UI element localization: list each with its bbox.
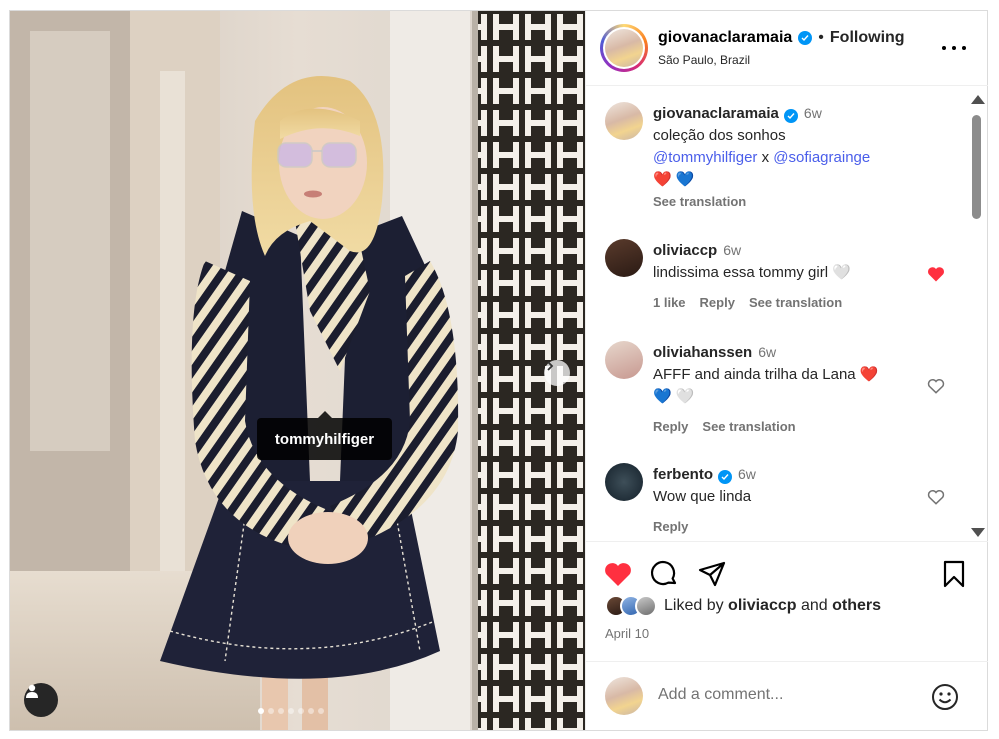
tagged-users-button[interactable] — [24, 683, 58, 717]
post-side-panel: giovanaclaramaia • Following São Paulo, … — [585, 11, 988, 730]
comment-likes-count[interactable]: 1 like — [653, 292, 686, 314]
caption-username[interactable]: giovanaclaramaia — [653, 103, 779, 125]
comment-time: 6w — [723, 242, 742, 258]
see-translation-button[interactable]: See translation — [702, 416, 795, 438]
liker-avatar — [635, 595, 657, 617]
comment-username[interactable]: ferbento — [653, 464, 713, 486]
comment-text: Wow que linda — [653, 488, 752, 505]
scroll-up-arrow-icon[interactable] — [971, 95, 985, 104]
caption-text: coleção dos sonhos — [653, 127, 786, 144]
carousel-dot — [308, 708, 314, 714]
see-translation-button[interactable]: See translation — [653, 191, 746, 213]
commenter-avatar[interactable] — [605, 341, 643, 379]
commenter-avatar[interactable] — [605, 239, 643, 277]
scrollbar-thumb[interactable] — [972, 115, 981, 219]
commenter-avatar[interactable] — [605, 463, 643, 501]
like-heart-icon[interactable] — [602, 558, 634, 590]
add-comment-bar — [586, 661, 988, 730]
comment-username[interactable]: oliviahanssen — [653, 342, 752, 364]
reply-button[interactable]: Reply — [700, 292, 735, 314]
comments-scrollbar[interactable] — [969, 95, 985, 543]
more-dots-icon — [942, 46, 946, 50]
carousel-dot — [318, 708, 324, 714]
carousel-next-button[interactable] — [544, 360, 570, 386]
emoji-picker-icon[interactable] — [930, 682, 960, 712]
more-options-button[interactable] — [942, 39, 966, 57]
comment-icon[interactable] — [648, 558, 680, 590]
mention-link[interactable]: @tommyhilfiger — [653, 149, 757, 166]
carousel-indicator — [258, 708, 324, 714]
current-user-avatar — [605, 677, 643, 715]
comment-like-heart-icon[interactable] — [926, 487, 946, 507]
reply-button[interactable]: Reply — [653, 516, 688, 538]
likes-joiner: and — [800, 597, 828, 614]
verified-badge-icon — [783, 109, 798, 123]
comments-list: giovanaclaramaia 6w coleção dos sonhos @t… — [586, 87, 988, 541]
add-comment-input[interactable] — [658, 686, 918, 704]
comment-time: 6w — [758, 344, 777, 360]
caption-avatar[interactable] — [605, 102, 643, 140]
comment-like-heart-icon[interactable] — [926, 376, 946, 396]
reply-button[interactable]: Reply — [653, 416, 688, 438]
comment-text-continued: 💙 🤍 — [653, 388, 695, 405]
carousel-dot — [278, 708, 284, 714]
see-translation-button[interactable]: See translation — [749, 292, 842, 314]
carousel-dot — [258, 708, 264, 714]
share-icon[interactable] — [696, 558, 728, 590]
likes-others-link[interactable]: others — [832, 597, 881, 614]
author-username[interactable]: giovanaclaramaia — [658, 29, 792, 47]
caption-emojis: ❤️ 💙 — [653, 171, 695, 188]
save-bookmark-icon[interactable] — [938, 558, 970, 590]
post-modal: tommyhilfiger giovanaclaramaia • Followi… — [9, 10, 988, 731]
likes-summary[interactable]: Liked by oliviaccp and others — [605, 595, 881, 617]
verified-badge-icon — [798, 31, 813, 45]
header-separator: • — [818, 29, 824, 46]
post-photo[interactable]: tommyhilfiger — [10, 11, 585, 730]
comment-text: lindissima essa tommy girl 🤍 — [653, 264, 851, 281]
comment-text: AFFF and ainda trilha da Lana ❤️ — [653, 366, 879, 383]
post-header: giovanaclaramaia • Following São Paulo, … — [586, 11, 988, 86]
post-date[interactable]: April 10 — [605, 626, 649, 641]
caption-time: 6w — [803, 105, 822, 121]
carousel-dot — [288, 708, 294, 714]
carousel-dot — [298, 708, 304, 714]
post-location[interactable]: São Paulo, Brazil — [658, 53, 750, 67]
likes-prefix: Liked by — [664, 597, 724, 614]
carousel-dot — [268, 708, 274, 714]
comment-like-heart-icon[interactable] — [926, 264, 946, 284]
author-avatar[interactable] — [605, 29, 643, 67]
liker-username[interactable]: oliviaccp — [728, 597, 796, 614]
comment-time: 6w — [738, 466, 756, 482]
verified-badge-icon — [718, 470, 732, 484]
story-ring[interactable] — [600, 24, 648, 72]
photo-illustration — [10, 11, 585, 730]
caption-joiner: x — [761, 149, 770, 166]
following-button[interactable]: Following — [830, 29, 905, 47]
mention-link[interactable]: @sofiagrainge — [773, 149, 870, 166]
scroll-down-arrow-icon[interactable] — [971, 528, 985, 537]
chevron-right-icon — [547, 361, 554, 371]
photo-tag-label[interactable]: tommyhilfiger — [257, 411, 392, 460]
user-icon — [26, 684, 38, 698]
comment-username[interactable]: oliviaccp — [653, 240, 717, 262]
